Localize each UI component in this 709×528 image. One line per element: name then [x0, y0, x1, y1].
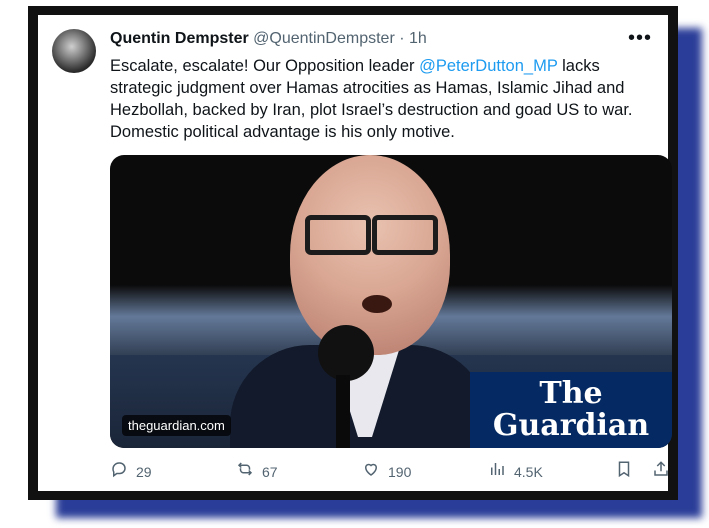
like-button[interactable]: 190: [362, 460, 411, 483]
glasses-left: [305, 215, 371, 255]
handle-time[interactable]: @QuentinDempster · 1h: [253, 30, 427, 47]
heart-icon: [362, 460, 380, 483]
media-source-label[interactable]: theguardian.com: [122, 415, 231, 436]
microphone: [318, 325, 374, 381]
microphone-stem: [336, 375, 350, 448]
share-button[interactable]: [652, 460, 670, 483]
views-button[interactable]: 4.5K: [488, 460, 543, 483]
screenshot-frame: Quentin Dempster @QuentinDempster · 1h •…: [28, 6, 678, 500]
share-icon: [652, 460, 670, 483]
speaker-head: [290, 155, 450, 355]
tweet-text-start: Escalate, escalate! Our Opposition leade…: [110, 57, 420, 75]
repost-count: 67: [262, 463, 278, 480]
bookmark-button[interactable]: [615, 460, 633, 483]
views-count: 4.5K: [514, 463, 543, 480]
logo-line-2: Guardian: [492, 408, 650, 443]
tweet-text: Escalate, escalate! Our Opposition leade…: [110, 55, 666, 143]
more-icon[interactable]: •••: [628, 27, 652, 50]
bookmark-icon: [615, 460, 633, 483]
mention-link[interactable]: @PeterDutton_MP: [419, 57, 557, 75]
like-count: 190: [388, 463, 412, 480]
reply-button[interactable]: 29: [110, 460, 152, 483]
repost-button[interactable]: 67: [236, 460, 278, 483]
tweet-header: Quentin Dempster @QuentinDempster · 1h: [110, 30, 427, 48]
reply-count: 29: [136, 463, 152, 480]
reply-icon: [110, 460, 128, 483]
avatar[interactable]: [52, 29, 96, 73]
repost-icon: [236, 460, 254, 483]
logo-line-1: The: [539, 376, 603, 411]
tweet-card[interactable]: Quentin Dempster @QuentinDempster · 1h •…: [38, 15, 672, 491]
glasses-right: [372, 215, 438, 255]
views-icon: [488, 460, 506, 483]
guardian-logo: The Guardian: [470, 372, 672, 448]
author-name[interactable]: Quentin Dempster: [110, 30, 249, 47]
tweet-media[interactable]: theguardian.com The Guardian: [110, 155, 672, 448]
speaker-mouth: [362, 295, 392, 313]
tweet-actions: 29 67 190 4.5K: [110, 460, 672, 484]
